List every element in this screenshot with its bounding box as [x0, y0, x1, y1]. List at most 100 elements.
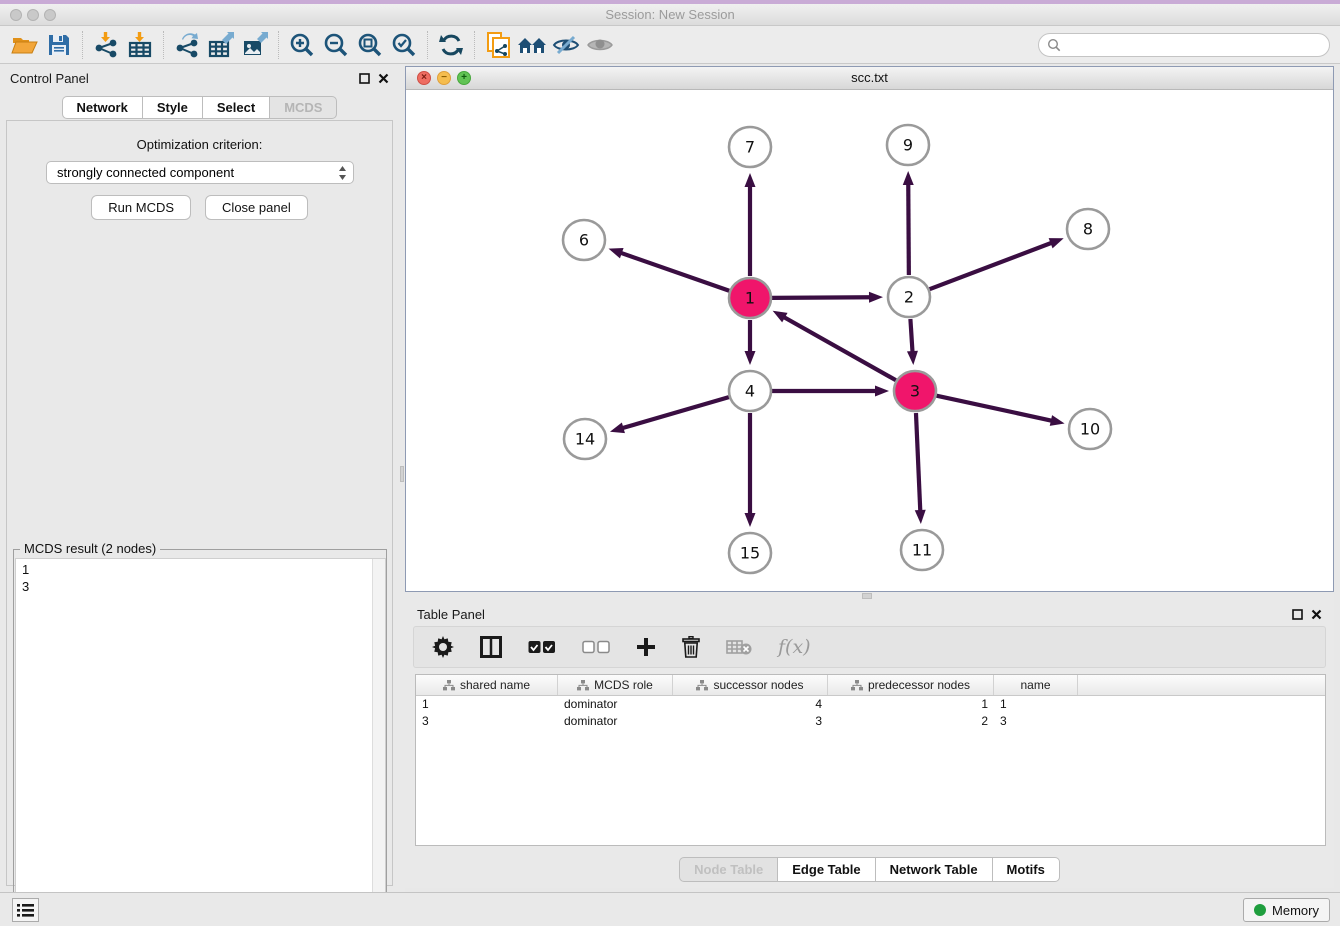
window-close-button[interactable] — [10, 9, 22, 21]
graph-edge-2-8[interactable] — [930, 242, 1054, 289]
show-all-button[interactable] — [583, 29, 617, 61]
zoom-in-button[interactable] — [285, 29, 319, 61]
open-session-button[interactable] — [8, 29, 42, 61]
deselect-all-checkboxes-icon[interactable] — [582, 640, 610, 654]
table-cell[interactable]: 3 — [416, 713, 558, 730]
save-session-button[interactable] — [42, 29, 76, 61]
select-all-checkboxes-icon[interactable] — [528, 640, 556, 654]
memory-button[interactable]: Memory — [1243, 898, 1330, 922]
task-history-button[interactable] — [12, 898, 39, 922]
tab-node-table[interactable]: Node Table — [679, 857, 777, 882]
network-window-titlebar[interactable]: × − + scc.txt — [406, 67, 1333, 90]
task-list-icon — [17, 903, 34, 918]
hierarchy-column-icon — [696, 680, 708, 691]
graph-edge-2-3[interactable] — [910, 319, 912, 354]
delete-column-icon[interactable] — [682, 636, 700, 658]
search-field[interactable] — [1038, 33, 1330, 57]
splitter-grip[interactable] — [400, 466, 404, 482]
graph-node-label: 3 — [910, 382, 920, 401]
export-network-button[interactable] — [170, 29, 204, 61]
graph-node-label: 11 — [912, 541, 932, 560]
close-panel-icon[interactable] — [378, 73, 389, 84]
function-builder-icon[interactable]: f(x) — [778, 636, 811, 658]
graph-node-label: 1 — [745, 289, 755, 308]
table-row[interactable]: 1dominator411 — [416, 696, 1325, 713]
optimization-criterion-select[interactable]: strongly connected component — [46, 161, 354, 184]
table-cell[interactable]: 1 — [828, 696, 994, 713]
hide-selected-button[interactable] — [549, 29, 583, 61]
column-header-name[interactable]: name — [994, 675, 1078, 695]
export-table-button[interactable] — [204, 29, 238, 61]
tab-edge-table[interactable]: Edge Table — [777, 857, 874, 882]
graph-edge-1-6[interactable] — [619, 252, 729, 291]
splitter-grip[interactable] — [862, 593, 872, 599]
zoom-selected-button[interactable] — [387, 29, 421, 61]
node-table[interactable]: shared name MCDS rolesuccessor nodesprede… — [415, 674, 1326, 846]
memory-status-dot — [1254, 904, 1266, 916]
window-minimize-button[interactable] — [27, 9, 39, 21]
graph-edge-1-2[interactable] — [772, 297, 872, 298]
tab-network-table[interactable]: Network Table — [875, 857, 992, 882]
toolbar-separator — [474, 31, 475, 59]
column-header-shared-name[interactable]: shared name — [416, 675, 558, 695]
import-table-button[interactable] — [123, 29, 157, 61]
first-neighbors-button[interactable] — [515, 29, 549, 61]
export-network-icon — [174, 32, 200, 58]
window-zoom-button[interactable] — [44, 9, 56, 21]
mcds-result-list: 13 — [16, 559, 372, 926]
run-mcds-button[interactable]: Run MCDS — [91, 195, 191, 220]
float-panel-icon[interactable] — [359, 73, 370, 84]
tab-motifs[interactable]: Motifs — [992, 857, 1060, 882]
add-column-icon[interactable] — [636, 637, 656, 657]
column-header-MCDS-role[interactable]: MCDS role — [558, 675, 673, 695]
split-columns-icon[interactable] — [480, 636, 502, 658]
graph-edge-2-9[interactable] — [908, 182, 909, 275]
table-cell[interactable]: 2 — [828, 713, 994, 730]
graph-node-label: 14 — [575, 430, 595, 449]
search-input[interactable] — [1065, 38, 1329, 52]
graph-arrowhead — [907, 351, 918, 365]
table-cell[interactable]: 1 — [994, 696, 1078, 713]
tab-select[interactable]: Select — [202, 96, 269, 119]
save-floppy-icon — [47, 33, 71, 57]
zoom-fit-button[interactable] — [353, 29, 387, 61]
network-minimize-button[interactable]: − — [437, 71, 451, 85]
eye-slash-icon — [552, 33, 580, 57]
import-network-button[interactable] — [89, 29, 123, 61]
table-cell[interactable]: dominator — [558, 713, 673, 730]
graph-arrowhead — [745, 351, 756, 365]
refresh-button[interactable] — [434, 29, 468, 61]
graph-arrowhead — [1050, 415, 1065, 426]
export-image-button[interactable] — [238, 29, 272, 61]
graph-arrowhead — [869, 292, 883, 303]
close-panel-icon[interactable] — [1311, 609, 1322, 620]
network-graph-canvas[interactable]: 7968124314101511 — [406, 90, 1333, 591]
table-cell[interactable]: 3 — [673, 713, 828, 730]
graph-edge-3-10[interactable] — [936, 396, 1053, 421]
graph-edge-3-11[interactable] — [916, 413, 920, 513]
table-cell[interactable]: 1 — [416, 696, 558, 713]
graph-edge-3-1[interactable] — [782, 316, 896, 380]
network-close-button[interactable]: × — [417, 71, 431, 85]
table-cell[interactable]: 4 — [673, 696, 828, 713]
horizontal-splitter[interactable] — [405, 592, 1334, 600]
gear-icon[interactable] — [432, 636, 454, 658]
table-row[interactable]: 3dominator323 — [416, 713, 1325, 730]
column-header-predecessor-nodes[interactable]: predecessor nodes — [828, 675, 994, 695]
network-maximize-button[interactable]: + — [457, 71, 471, 85]
close-panel-button[interactable]: Close panel — [205, 195, 308, 220]
column-header-label: shared name — [460, 678, 530, 692]
column-header-successor-nodes[interactable]: successor nodes — [673, 675, 828, 695]
delete-table-icon[interactable] — [726, 638, 752, 656]
tab-style[interactable]: Style — [142, 96, 202, 119]
tab-network[interactable]: Network — [62, 96, 142, 119]
tab-mcds[interactable]: MCDS — [269, 96, 337, 119]
graph-edge-4-14[interactable] — [621, 397, 729, 429]
column-header-label: name — [1020, 678, 1050, 692]
float-panel-icon[interactable] — [1292, 609, 1303, 620]
table-cell[interactable]: dominator — [558, 696, 673, 713]
new-network-from-selection-button[interactable] — [481, 29, 515, 61]
table-cell[interactable]: 3 — [994, 713, 1078, 730]
result-scrollbar[interactable] — [372, 559, 385, 926]
zoom-out-button[interactable] — [319, 29, 353, 61]
